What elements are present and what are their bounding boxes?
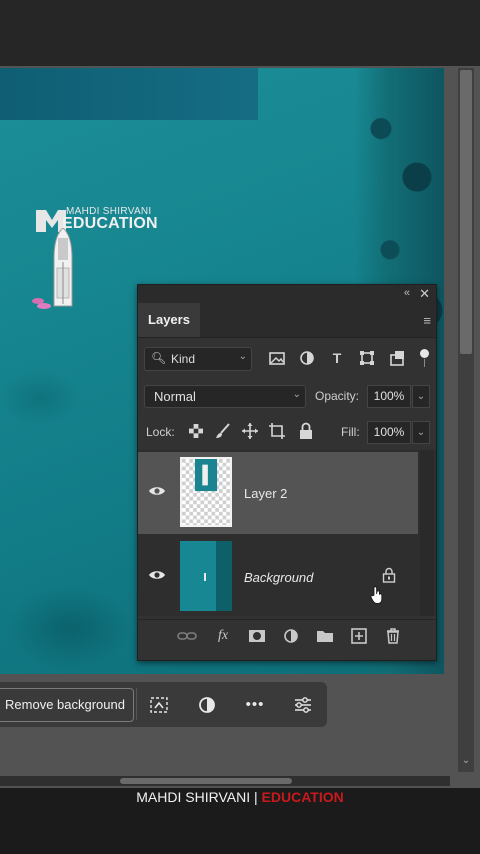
lock-position-icon[interactable] xyxy=(240,421,260,441)
settings-sliders-icon[interactable] xyxy=(290,692,316,718)
lock-transparent-pixels-icon[interactable] xyxy=(186,421,206,441)
watermark-brand: EDUCATION xyxy=(62,215,158,232)
search-icon: 🔍︎ xyxy=(151,351,167,365)
close-icon[interactable]: ✕ xyxy=(419,286,430,302)
layer-row[interactable]: Layer 2 xyxy=(138,452,418,534)
lock-icon[interactable] xyxy=(382,567,396,583)
fill-label: Fill: xyxy=(341,425,360,439)
blend-mode-value: Normal xyxy=(154,389,196,404)
chevron-down-icon: ⌄ xyxy=(292,389,301,400)
fill-input[interactable]: 100% xyxy=(367,421,411,444)
image-filter-icon[interactable] xyxy=(266,347,288,369)
chevron-down-icon: ⌄ xyxy=(238,351,247,362)
layers-scrollbar[interactable] xyxy=(420,450,434,616)
vertical-scrollbar[interactable]: ⌄ xyxy=(458,68,474,772)
add-mask-icon[interactable] xyxy=(246,626,268,646)
image-strip xyxy=(0,68,258,120)
layer-row[interactable]: Background xyxy=(138,536,418,618)
link-layers-icon[interactable] xyxy=(176,626,198,646)
lock-row: Lock: Fill: 100% ⌄ xyxy=(138,419,436,445)
layers-panel: « ✕ Layers ≡ 🔍︎ Kind ⌄ T Normal ⌄ Opacit… xyxy=(137,284,437,661)
adjustment-icon[interactable] xyxy=(194,692,220,718)
panel-menu-icon[interactable]: ≡ xyxy=(423,313,431,328)
task-bar-divider xyxy=(136,688,137,720)
layer-thumbnail[interactable] xyxy=(180,457,232,527)
blend-mode-select[interactable]: Normal ⌄ xyxy=(144,385,306,408)
opacity-dropdown-icon[interactable]: ⌄ xyxy=(412,385,430,408)
visibility-eye-icon[interactable] xyxy=(148,569,166,581)
credit-brand: EDUCATION xyxy=(261,789,344,805)
credit-separator: | xyxy=(254,789,258,805)
type-filter-icon[interactable]: T xyxy=(326,347,348,369)
adjustment-layer-icon[interactable] xyxy=(280,626,302,646)
kind-filter-select[interactable]: 🔍︎ Kind ⌄ xyxy=(144,347,252,371)
lock-all-icon[interactable] xyxy=(296,421,316,441)
new-group-icon[interactable] xyxy=(314,626,336,646)
new-layer-icon[interactable] xyxy=(348,626,370,646)
lock-artboard-icon[interactable] xyxy=(267,421,287,441)
tab-layers[interactable]: Layers xyxy=(138,303,200,337)
layers-footer-bar: fx xyxy=(138,619,436,652)
remove-background-button[interactable]: Remove background xyxy=(0,688,134,722)
opacity-label: Opacity: xyxy=(315,389,360,403)
visibility-eye-icon[interactable] xyxy=(148,485,166,497)
delete-layer-icon[interactable] xyxy=(382,626,404,646)
layers-list: Layer 2 Background xyxy=(138,450,436,616)
more-options-button[interactable]: ••• xyxy=(242,692,268,718)
panel-tab-row: Layers ≡ xyxy=(138,303,436,338)
jetski-image xyxy=(32,298,51,309)
filter-toggle-icon[interactable] xyxy=(420,349,429,358)
scroll-down-icon[interactable]: ⌄ xyxy=(461,756,471,766)
shape-filter-icon[interactable] xyxy=(356,347,378,369)
layer-effects-icon[interactable]: fx xyxy=(212,626,234,646)
opacity-input[interactable]: 100% xyxy=(367,385,411,408)
vertical-scroll-thumb[interactable] xyxy=(460,70,472,354)
filter-row: 🔍︎ Kind ⌄ T xyxy=(138,345,436,375)
credit-name: MAHDI SHIRVANI xyxy=(136,789,251,805)
layer-name[interactable]: Layer 2 xyxy=(244,486,287,501)
kind-filter-label: Kind xyxy=(171,352,196,366)
blend-row: Normal ⌄ Opacity: 100% ⌄ xyxy=(138,383,436,409)
contextual-task-bar: Remove background ••• xyxy=(0,682,327,727)
adjustment-filter-icon[interactable] xyxy=(296,347,318,369)
layer-name[interactable]: Background xyxy=(244,570,313,585)
select-subject-icon[interactable] xyxy=(146,692,172,718)
fill-dropdown-icon[interactable]: ⌄ xyxy=(412,421,430,444)
smart-object-filter-icon[interactable] xyxy=(386,347,408,369)
horizontal-scrollbar[interactable] xyxy=(0,776,450,786)
boat-image xyxy=(53,228,73,307)
hand-cursor-icon xyxy=(370,586,383,604)
panel-header: « ✕ xyxy=(138,285,436,303)
video-footer: MAHDI SHIRVANI | EDUCATION xyxy=(0,788,480,854)
top-bar xyxy=(0,0,480,66)
collapse-icon[interactable]: « xyxy=(404,287,410,299)
lock-image-pixels-icon[interactable] xyxy=(213,421,233,441)
layer-thumbnail[interactable] xyxy=(180,541,232,611)
horizontal-scroll-thumb[interactable] xyxy=(120,778,292,784)
filter-toggle-line xyxy=(424,359,425,367)
credit-line: MAHDI SHIRVANI | EDUCATION xyxy=(0,788,480,806)
lock-label: Lock: xyxy=(146,425,175,439)
